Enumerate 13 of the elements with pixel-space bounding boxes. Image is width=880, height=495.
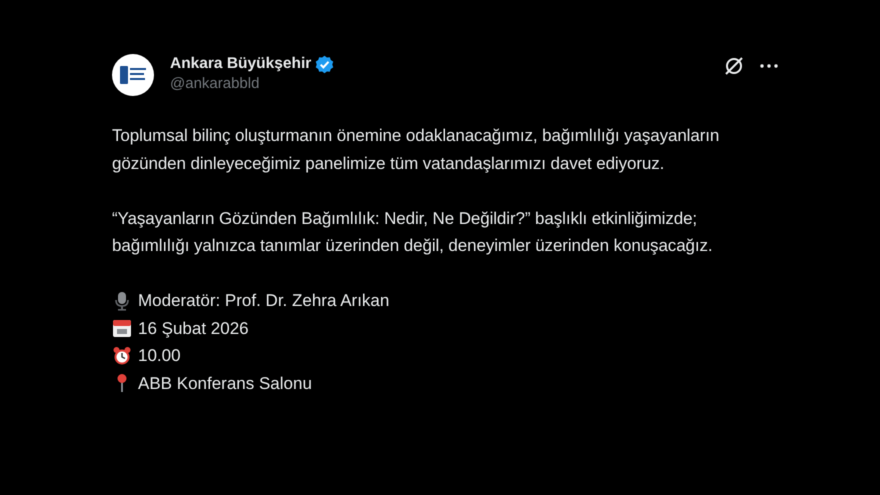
- detail-text: ABB Konferans Salonu: [138, 372, 312, 394]
- post-paragraph: “Yaşayanların Gözünden Bağımlılık: Nedir, Ne Değildir?” başlıklı etkinliğimizde; bağımlılığı yalnızca tanımlar üzerinden değil, deneyimler üzerinden konuşacağız.: [112, 208, 714, 257]
- account-name[interactable]: Ankara Büyükşehir: [170, 54, 312, 74]
- detail-text: 10.00: [138, 345, 181, 367]
- account-avatar[interactable]: [112, 54, 154, 96]
- alarm-clock-icon: [112, 346, 132, 366]
- detail-text: 16 Şubat 2026: [138, 318, 249, 340]
- detail-text: Moderatör: Prof. Dr. Zehra Arıkan: [138, 290, 390, 312]
- post-paragraph: Toplumsal bilinç oluşturmanın önemine odaklanacağımız, bağımlılığı yaşayanların gözünden dinleyeceğimiz panelimize tüm vatandaşlarımızı davet ediyoruz.: [112, 125, 720, 175]
- microphone-icon: [112, 290, 132, 311]
- more-icon[interactable]: [760, 64, 778, 68]
- account-handle[interactable]: @ankarabbld: [170, 74, 334, 94]
- calendar-icon: [112, 318, 132, 338]
